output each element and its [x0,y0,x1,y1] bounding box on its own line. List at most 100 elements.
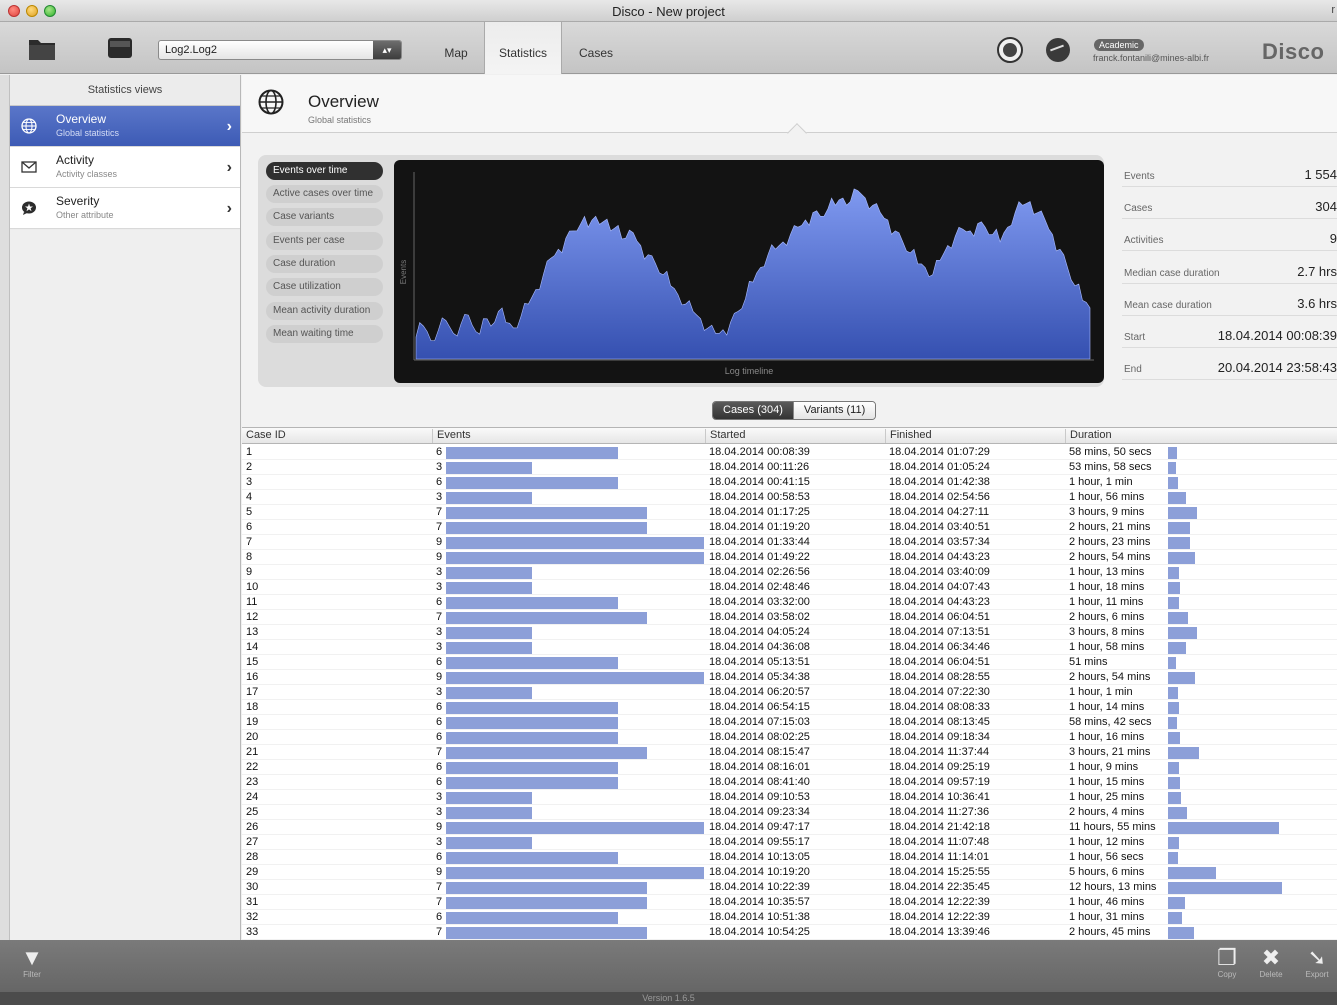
cell-finished: 18.04.2014 03:40:09 [889,566,990,578]
metric-case-utilization[interactable]: Case utilization [266,278,383,296]
table-row[interactable]: 19 6 18.04.2014 07:15:03 18.04.2014 08:13:4… [242,715,1337,730]
metric-mean-activity-duration[interactable]: Mean activity duration [266,302,383,320]
table-row[interactable]: 33 7 18.04.2014 10:54:25 18.04.2014 13:39:4… [242,925,1337,940]
cell-events: 9 [436,866,443,878]
table-row[interactable]: 2 3 18.04.2014 00:11:26 18.04.2014 01:05:24… [242,460,1337,475]
cell-events: 9 [436,671,443,683]
table-row[interactable]: 25 3 18.04.2014 09:23:34 18.04.2014 11:27:3… [242,805,1337,820]
table-row[interactable]: 15 6 18.04.2014 05:13:51 18.04.2014 06:04:5… [242,655,1337,670]
globe-icon [258,89,284,115]
stat-label: Start [1124,332,1146,343]
status-bar: Version 1.6.5 [0,992,1337,1005]
metric-events-over-time[interactable]: Events over time [266,162,383,180]
table-row[interactable]: 21 7 18.04.2014 08:15:47 18.04.2014 11:37:4… [242,745,1337,760]
cell-duration: 1 hour, 56 mins [1069,491,1145,503]
table-row[interactable]: 12 7 18.04.2014 03:58:02 18.04.2014 06:04:5… [242,610,1337,625]
log-select-value: Log2.Log2 [165,44,217,56]
events-over-time-chart: Events Log timeline [394,160,1104,383]
cell-case-id: 20 [246,731,259,743]
table-row[interactable]: 16 9 18.04.2014 05:34:38 18.04.2014 08:28:5… [242,670,1337,685]
column-header-finished[interactable]: Finished [885,429,932,443]
feedback-speech-icon[interactable] [1046,38,1070,62]
table-row[interactable]: 5 7 18.04.2014 01:17:25 18.04.2014 04:27:11… [242,505,1337,520]
chart-svg: Events Log timeline [399,172,1094,376]
cell-case-id: 27 [246,836,259,848]
table-row[interactable]: 3 6 18.04.2014 00:41:15 18.04.2014 01:42:38… [242,475,1337,490]
table-row[interactable]: 22 6 18.04.2014 08:16:01 18.04.2014 09:25:1… [242,760,1337,775]
stat-mean-case-duration: Mean case duration 3.6 hrs [1122,284,1337,316]
table-row[interactable]: 27 3 18.04.2014 09:55:17 18.04.2014 11:07:4… [242,835,1337,850]
delete-button[interactable]: ✖ Delete [1251,946,1291,980]
table-row[interactable]: 6 7 18.04.2014 01:19:20 18.04.2014 03:40:51… [242,520,1337,535]
tab-cases[interactable]: Cases [566,22,626,74]
metric-case-duration[interactable]: Case duration [266,255,383,273]
cell-finished: 18.04.2014 11:27:36 [889,806,990,818]
table-row[interactable]: 8 9 18.04.2014 01:49:22 18.04.2014 04:43:23… [242,550,1337,565]
table-row[interactable]: 30 7 18.04.2014 10:22:39 18.04.2014 22:35:4… [242,880,1337,895]
cell-events: 6 [436,851,443,863]
duration-bar [1168,777,1180,789]
column-header-duration[interactable]: Duration [1065,429,1112,443]
cell-duration: 1 hour, 14 mins [1069,701,1145,713]
column-header-started[interactable]: Started [705,429,745,443]
table-row[interactable]: 7 9 18.04.2014 01:33:44 18.04.2014 03:57:34… [242,535,1337,550]
filter-button[interactable]: ▼ Filter [12,945,52,980]
stat-value: 2.7 hrs [1297,264,1337,279]
cell-case-id: 32 [246,911,259,923]
table-row[interactable]: 14 3 18.04.2014 04:36:08 18.04.2014 06:34:4… [242,640,1337,655]
table-row[interactable]: 31 7 18.04.2014 10:35:57 18.04.2014 12:22:3… [242,895,1337,910]
column-header-case-id[interactable]: Case ID [242,429,286,443]
column-header-events[interactable]: Events [432,429,471,443]
open-folder-icon[interactable] [28,35,56,61]
copy-button[interactable]: ❐ Copy [1207,946,1247,980]
table-row[interactable]: 17 3 18.04.2014 06:20:57 18.04.2014 07:22:3… [242,685,1337,700]
bottom-bar: ▼ Filter ❐ Copy ✖ Delete ➘ Export [0,940,1337,992]
table-row[interactable]: 13 3 18.04.2014 04:05:24 18.04.2014 07:13:5… [242,625,1337,640]
metric-mean-waiting-time[interactable]: Mean waiting time [266,325,383,343]
cell-events: 7 [436,521,443,533]
table-row[interactable]: 1 6 18.04.2014 00:08:39 18.04.2014 01:07:29… [242,445,1337,460]
table-row[interactable]: 32 6 18.04.2014 10:51:38 18.04.2014 12:22:3… [242,910,1337,925]
table-row[interactable]: 24 3 18.04.2014 09:10:53 18.04.2014 10:36:4… [242,790,1337,805]
tab-map[interactable]: Map [432,22,480,74]
table-row[interactable]: 23 6 18.04.2014 08:41:40 18.04.2014 09:57:1… [242,775,1337,790]
table-row[interactable]: 26 9 18.04.2014 09:47:17 18.04.2014 21:42:1… [242,820,1337,835]
stat-value: 18.04.2014 00:08:39 [1217,328,1337,343]
chart-series-area [415,188,1091,360]
table-row[interactable]: 20 6 18.04.2014 08:02:25 18.04.2014 09:18:3… [242,730,1337,745]
table-row[interactable]: 4 3 18.04.2014 00:58:53 18.04.2014 02:54:56… [242,490,1337,505]
table-row[interactable]: 9 3 18.04.2014 02:26:56 18.04.2014 03:40:09… [242,565,1337,580]
metric-active-cases-over-time[interactable]: Active cases over time [266,185,383,203]
cases-toggle[interactable]: Cases (304) [713,402,793,419]
variants-toggle[interactable]: Variants (11) [792,402,876,419]
cell-duration: 2 hours, 54 mins [1069,671,1151,683]
cell-finished: 18.04.2014 08:08:33 [889,701,990,713]
title-bar: Disco - New project r [0,0,1337,22]
cell-started: 18.04.2014 10:19:20 [709,866,810,878]
table-row[interactable]: 29 9 18.04.2014 10:19:20 18.04.2014 15:25:5… [242,865,1337,880]
cell-started: 18.04.2014 01:33:44 [709,536,810,548]
sidebar-item-severity[interactable]: Severity Other attribute › [10,188,240,229]
toolbar: Log2.Log2 ▴▾ Map Statistics Cases Academ… [0,22,1337,74]
sidebar-item-title: Overview [56,112,107,126]
cell-duration: 2 hours, 21 mins [1069,521,1151,533]
table-row[interactable]: 10 3 18.04.2014 02:48:46 18.04.2014 04:07:4… [242,580,1337,595]
export-button[interactable]: ➘ Export [1297,946,1337,980]
cell-events: 6 [436,776,443,788]
table-row[interactable]: 28 6 18.04.2014 10:13:05 18.04.2014 11:14:0… [242,850,1337,865]
cell-events: 3 [436,836,443,848]
cell-duration: 2 hours, 54 mins [1069,551,1151,563]
project-drive-icon[interactable] [106,35,134,61]
sidebar-item-activity[interactable]: Activity Activity classes › [10,147,240,188]
events-bar [446,537,704,549]
tab-statistics[interactable]: Statistics [484,22,562,74]
cell-started: 18.04.2014 09:10:53 [709,791,810,803]
log-select[interactable]: Log2.Log2 ▴▾ [158,40,402,60]
help-lifebuoy-icon[interactable] [997,37,1023,63]
metric-case-variants[interactable]: Case variants [266,208,383,226]
table-row[interactable]: 11 6 18.04.2014 03:32:00 18.04.2014 04:43:2… [242,595,1337,610]
sidebar-item-overview[interactable]: Overview Global statistics › [10,106,240,147]
metric-events-per-case[interactable]: Events per case [266,232,383,250]
filter-icon: ▼ [21,945,43,970]
table-row[interactable]: 18 6 18.04.2014 06:54:15 18.04.2014 08:08:3… [242,700,1337,715]
